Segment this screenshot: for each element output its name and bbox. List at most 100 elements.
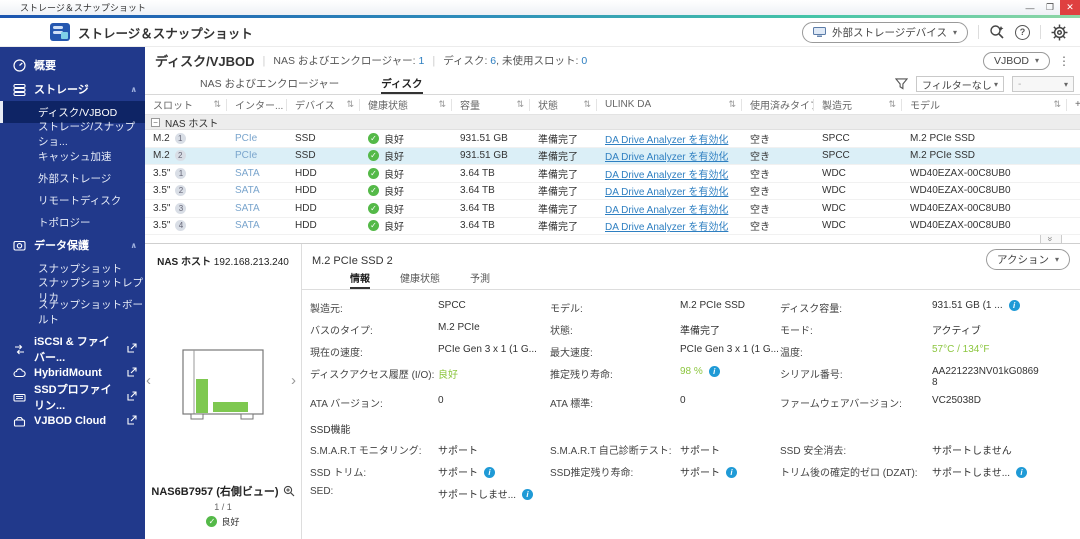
sort-icon[interactable]: ⇅ (583, 99, 591, 110)
tab-health[interactable]: 健康状態 (400, 271, 440, 289)
info-icon[interactable]: i (726, 467, 737, 479)
column-header-model[interactable]: モデル ⇅ (902, 98, 1067, 111)
da-analyzer-link[interactable]: DA Drive Analyzer を有効化 (605, 131, 728, 146)
filter-secondary-select: - ▾ (1012, 76, 1074, 92)
table-row[interactable]: 3.5" 4 SATA HDD ✓ 良好 3.64 TB 準備完了 DA Drive… (145, 218, 1080, 235)
iscsi-icon (12, 342, 26, 356)
field-value: サポート i (438, 464, 550, 479)
close-button[interactable]: ✕ (1060, 0, 1080, 15)
sort-icon[interactable]: ⇅ (213, 99, 221, 110)
field-label: シリアル番号: (780, 369, 843, 381)
gear-icon[interactable] (1051, 24, 1068, 41)
da-analyzer-link[interactable]: DA Drive Analyzer を有効化 (605, 183, 728, 198)
tab-nas-enclosure[interactable]: NAS およびエンクロージャー (200, 74, 339, 94)
da-analyzer-link[interactable]: DA Drive Analyzer を有効化 (605, 148, 728, 163)
collapse-group-icon[interactable]: − (151, 117, 160, 127)
field-label: バスのタイプ: (310, 325, 373, 337)
sort-icon[interactable]: ⇅ (1053, 99, 1061, 110)
column-header-slot[interactable]: スロット ⇅ (145, 98, 227, 111)
vjbod-button[interactable]: VJBOD ▾ (982, 51, 1050, 70)
sidebar-item-label: SSDプロファイリン... (34, 384, 112, 412)
da-analyzer-link[interactable]: DA Drive Analyzer を有効化 (605, 166, 728, 181)
nas-enclosure-image[interactable] (145, 346, 301, 431)
column-header-ulink[interactable]: ULINK DA ⇅ (597, 98, 742, 111)
add-column-button[interactable]: + (1067, 99, 1080, 111)
field-value: M.2 PCIe SSD (680, 299, 746, 311)
field-label: ATA バージョン: (310, 398, 383, 410)
sidebar-item-external-storage[interactable]: 外部ストレージ (0, 167, 145, 189)
action-button[interactable]: アクション ▾ (986, 249, 1070, 270)
table-footer-strip: » (145, 235, 1080, 244)
column-header-status[interactable]: 状態 ⇅ (530, 98, 597, 111)
field-value: 準備完了 (680, 325, 720, 337)
column-header-vendor[interactable]: 製造元 ⇅ (814, 98, 902, 111)
field-value: PCIe Gen 3 x 1 (1 G... (438, 343, 537, 355)
sidebar-item-label: VJBOD Cloud (34, 415, 107, 427)
carousel-next-button[interactable]: › (291, 372, 296, 389)
action-button-label: アクション (997, 254, 1049, 266)
sidebar-item-cache-acceleration[interactable]: キャッシュ加速 (0, 145, 145, 167)
external-storage-device-label: 外部ストレージデバイス (832, 26, 947, 39)
table-row-selected[interactable]: M.2 2 PCIe SSD ✓ 良好 931.51 GB 準備完了 DA Driv… (145, 147, 1080, 165)
minimize-button[interactable]: — (1020, 0, 1040, 15)
storage-app-icon (50, 23, 70, 41)
sidebar-section-label: ストレージ (34, 84, 89, 96)
sort-icon[interactable]: ⇅ (346, 99, 354, 110)
ssd-icon (12, 390, 26, 404)
sort-icon[interactable]: ⇅ (888, 99, 896, 110)
table-row[interactable]: 3.5" 1 SATA HDD ✓ 良好 3.64 TB 準備完了 DA Drive… (145, 165, 1080, 183)
sidebar-item-topology[interactable]: トポロジー (0, 211, 145, 233)
field-label: モデル: (550, 303, 583, 315)
table-row[interactable]: M.2 1 PCIe SSD ✓ 良好 931.51 GB 準備完了 DA Driv… (145, 130, 1080, 148)
sidebar-section-storage[interactable]: ストレージ ∧ (0, 77, 145, 101)
storage-snapshot-window: ストレージ＆スナップショット — ❐ ✕ ストレージ＆スナップショット 外部スト… (0, 0, 1080, 539)
tab-disk[interactable]: ディスク (381, 74, 423, 94)
sidebar-item-ssd-profiling[interactable]: SSDプロファイリン... (0, 384, 145, 412)
sidebar-section-label: データ保護 (34, 240, 89, 252)
filter-funnel-icon[interactable] (895, 78, 908, 90)
gauge-icon (12, 58, 26, 72)
maximize-button[interactable]: ❐ (1040, 0, 1060, 15)
field-value: 良好 (438, 369, 458, 381)
serial-number: AA221223NV01kG08698 (932, 365, 1039, 388)
table-row[interactable]: 3.5" 2 SATA HDD ✓ 良好 3.64 TB 準備完了 DA Drive… (145, 183, 1080, 200)
zoom-in-icon[interactable] (283, 485, 295, 497)
info-icon[interactable]: i (522, 489, 534, 501)
column-header-interface[interactable]: インター...⇅ (227, 98, 287, 111)
da-analyzer-link[interactable]: DA Drive Analyzer を有効化 (605, 201, 728, 216)
sidebar-item-snapshot-vault[interactable]: スナップショットボールト (0, 299, 145, 326)
info-icon[interactable]: i (1008, 299, 1020, 311)
filter-select[interactable]: フィルターなし ▾ (916, 76, 1004, 92)
sidebar-item-overview[interactable]: 概要 (0, 53, 145, 77)
carousel-prev-button[interactable]: ‹ (146, 372, 151, 389)
column-header-health[interactable]: 健康状態 ⇅ (360, 98, 452, 111)
collapse-panel-button[interactable]: » (1040, 235, 1062, 244)
table-row[interactable]: 3.5" 3 SATA HDD ✓ 良好 3.64 TB 準備完了 DA Drive… (145, 200, 1080, 218)
sort-icon[interactable]: ⇅ (516, 99, 524, 110)
column-header-device[interactable]: デバイス ⇅ (287, 98, 360, 111)
sidebar-item-iscsi-fiber[interactable]: iSCSI & ファイバー... (0, 336, 145, 364)
more-menu-icon[interactable]: ⋮ (1058, 54, 1070, 68)
sidebar-item-label: HybridMount (34, 367, 102, 379)
tab-forecast[interactable]: 予測 (470, 271, 490, 289)
info-icon[interactable]: i (708, 365, 720, 377)
sort-icon[interactable]: ⇅ (728, 99, 736, 110)
field-value: サポート (680, 445, 720, 457)
slot-number-badge: 2 (175, 185, 187, 197)
info-icon[interactable]: i (1016, 467, 1028, 479)
sidebar-section-data-protection[interactable]: データ保護 ∧ (0, 233, 145, 257)
search-sparkle-icon[interactable] (989, 24, 1005, 40)
tab-info[interactable]: 情報 (350, 271, 370, 289)
column-header-capacity[interactable]: 容量 ⇅ (452, 98, 530, 111)
help-icon[interactable]: ? (1015, 24, 1030, 40)
external-storage-device-button[interactable]: 外部ストレージデバイス ▾ (802, 21, 968, 43)
temperature-value: 57°C / 134°F (932, 343, 990, 355)
column-header-used-type[interactable]: 使用済みタイプ (742, 98, 814, 111)
cloud-icon (12, 366, 26, 380)
sort-icon[interactable]: ⇅ (438, 99, 446, 110)
sidebar-item-storage-snapshot[interactable]: ストレージ/スナップショ... (0, 121, 145, 148)
da-analyzer-link[interactable]: DA Drive Analyzer を有効化 (605, 218, 728, 233)
info-icon[interactable]: i (484, 467, 495, 479)
health-ok-icon: ✓ (368, 150, 379, 162)
sidebar-item-remote-disk[interactable]: リモートディスク (0, 189, 145, 211)
